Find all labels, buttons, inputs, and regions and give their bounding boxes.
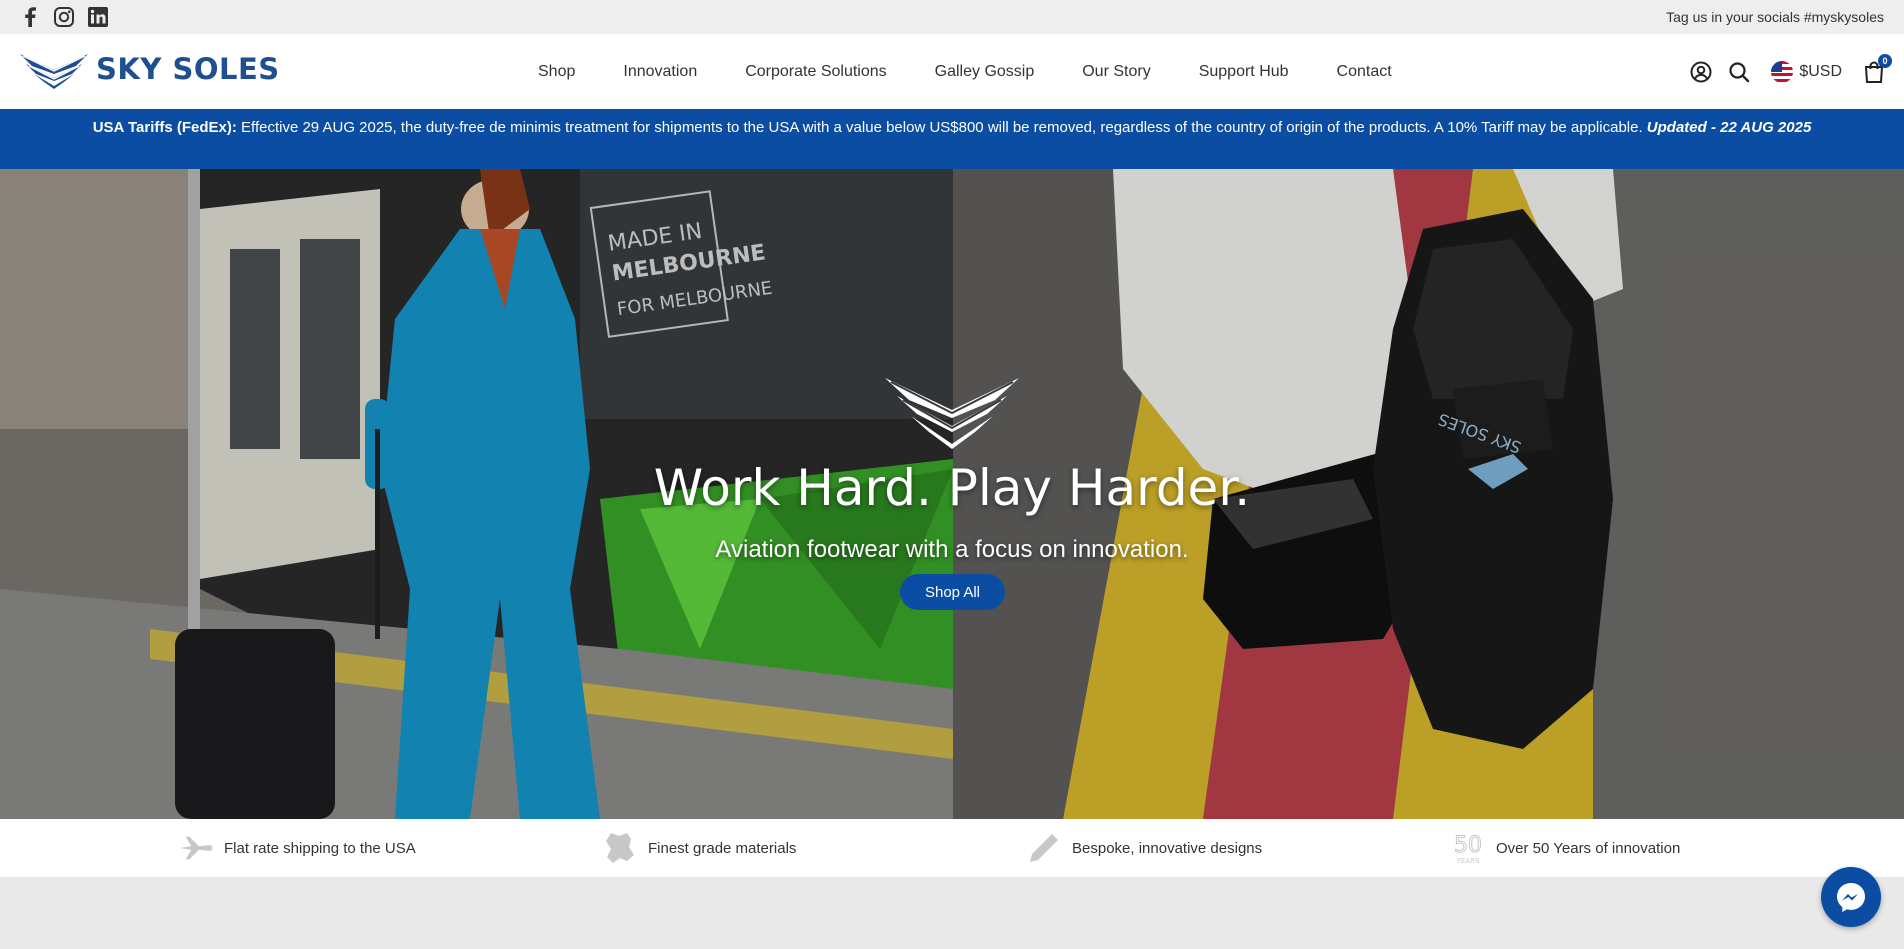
logo-wordmark: SKY SOLES — [96, 52, 280, 86]
fifty-badge-number: 50 — [1454, 833, 1482, 858]
tariff-announcement: USA Tariffs (FedEx): Effective 29 AUG 20… — [0, 109, 1904, 169]
nav-galley-gossip[interactable]: Galley Gossip — [935, 63, 1035, 81]
feature-years-label: Over 50 Years of innovation — [1496, 839, 1681, 857]
main-nav: Shop Innovation Corporate Solutions Gall… — [538, 34, 1440, 109]
nav-support-hub[interactable]: Support Hub — [1199, 63, 1289, 81]
airplane-icon — [178, 830, 214, 866]
site-logo[interactable]: SKY SOLES — [18, 48, 280, 90]
fifty-badge-years: YEARS — [1456, 857, 1480, 865]
feature-years: 50 YEARS Over 50 Years of innovation — [1450, 819, 1681, 877]
announcement-body: Effective 29 AUG 2025, the duty-free de … — [236, 119, 1647, 136]
facebook-icon[interactable] — [18, 5, 42, 29]
feature-materials-label: Finest grade materials — [648, 839, 797, 857]
shop-all-button[interactable]: Shop All — [900, 574, 1005, 610]
currency-label: $USD — [1799, 62, 1842, 80]
nav-shop[interactable]: Shop — [538, 63, 575, 81]
cart-icon[interactable]: 0 — [1862, 53, 1892, 84]
site-header: SKY SOLES Shop Innovation Corporate Solu… — [0, 34, 1904, 109]
messenger-icon — [1837, 883, 1865, 912]
feature-shipping-label: Flat rate shipping to the USA — [224, 839, 416, 857]
cart-count-badge: 0 — [1878, 53, 1892, 68]
header-actions: $USD 0 — [1689, 34, 1892, 109]
announcement-updated: Updated - 22 AUG 2025 — [1646, 119, 1812, 136]
us-flag-icon — [1771, 60, 1794, 83]
leather-hide-icon — [602, 830, 638, 866]
feature-materials: Finest grade materials — [602, 819, 796, 877]
nav-our-story[interactable]: Our Story — [1082, 63, 1150, 81]
feature-designs-label: Bespoke, innovative designs — [1072, 839, 1263, 857]
nav-contact[interactable]: Contact — [1337, 63, 1392, 81]
hero-wings-logo-icon — [885, 378, 1019, 449]
wings-logo-icon — [20, 54, 88, 89]
fifty-years-icon: 50 YEARS — [1450, 830, 1486, 866]
hero-subtitle: Aviation footwear with a focus on innova… — [715, 536, 1189, 563]
account-icon[interactable] — [1689, 60, 1713, 84]
announcement-lead: USA Tariffs (FedEx): — [92, 119, 237, 136]
search-icon[interactable] — [1727, 60, 1751, 84]
top-utility-bar: Tag us in your socials #myskysoles — [0, 0, 1904, 34]
features-strip: Flat rate shipping to the USA Finest gra… — [0, 819, 1904, 877]
social-tagline: Tag us in your socials #myskysoles — [1666, 9, 1884, 25]
hero-title: Work Hard. Play Harder. — [653, 459, 1251, 517]
currency-selector[interactable]: $USD — [1771, 60, 1842, 83]
social-links — [18, 5, 110, 29]
hero-banner: MADE IN MELBOURNE FOR MELBOURNE SKY SOLE… — [0, 169, 1904, 819]
linkedin-icon[interactable] — [86, 5, 110, 29]
page-bottom-area — [0, 877, 1904, 949]
feature-shipping: Flat rate shipping to the USA — [178, 819, 416, 877]
pencil-icon — [1026, 830, 1062, 866]
messenger-chat-button[interactable] — [1821, 867, 1881, 927]
feature-designs: Bespoke, innovative designs — [1026, 819, 1262, 877]
nav-corporate-solutions[interactable]: Corporate Solutions — [745, 63, 886, 81]
nav-innovation[interactable]: Innovation — [623, 63, 697, 81]
instagram-icon[interactable] — [52, 5, 76, 29]
